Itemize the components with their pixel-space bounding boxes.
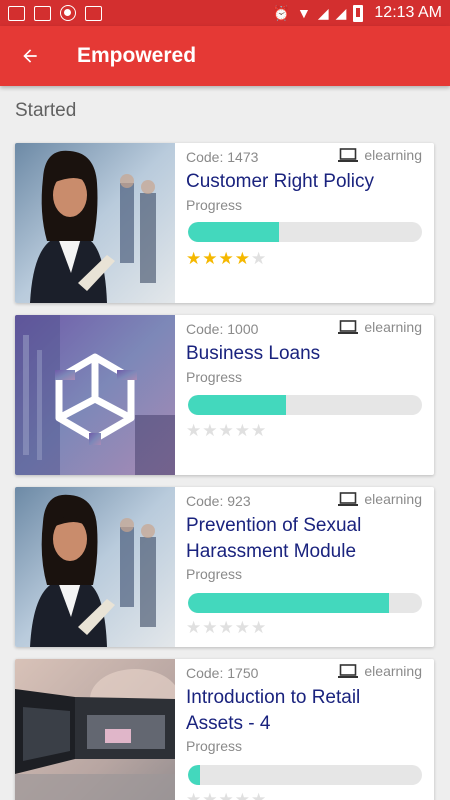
course-type: elearning xyxy=(338,319,422,335)
course-type-label: elearning xyxy=(364,319,422,335)
progress-label: Progress xyxy=(186,566,243,582)
course-card[interactable]: Code: 1750 elearning Introduction to Ret… xyxy=(15,659,434,800)
status-bar: ⏰ ▼ ◢ ◢ 12:13 AM xyxy=(0,0,450,26)
course-title[interactable]: Prevention of Sexual Harassment Module xyxy=(186,513,416,565)
status-time: 12:13 AM xyxy=(374,4,442,21)
image-icon xyxy=(34,5,51,21)
star-icon: ★ xyxy=(202,249,218,268)
course-type: elearning xyxy=(338,663,422,679)
course-title[interactable]: Business Loans xyxy=(186,341,416,367)
star-icon: ★ xyxy=(218,790,234,800)
rating-stars: ★ ★ ★ ★ ★ xyxy=(186,791,266,800)
progress-fill xyxy=(188,395,287,415)
course-card[interactable]: Code: 923 elearning Prevention of Sexual… xyxy=(15,487,434,647)
atm-card-photo xyxy=(15,659,175,800)
progress-fill xyxy=(188,222,280,242)
progress-bar xyxy=(188,222,422,242)
laptop-icon xyxy=(338,663,359,678)
signal-icon: ◢ xyxy=(335,5,347,21)
course-code: Code: 1000 xyxy=(186,321,259,337)
star-icon: ★ xyxy=(186,249,202,268)
star-icon: ★ xyxy=(251,618,267,637)
signal-off-icon: ◢ xyxy=(317,5,329,21)
course-code: Code: 1750 xyxy=(186,665,259,681)
star-icon: ★ xyxy=(186,618,202,637)
unity-logo-image xyxy=(15,315,175,475)
progress-label: Progress xyxy=(186,738,243,754)
arrow-back-icon xyxy=(23,49,37,63)
star-icon: ★ xyxy=(251,790,267,800)
star-icon: ★ xyxy=(186,421,202,440)
progress-bar xyxy=(188,593,422,613)
section-title: Started xyxy=(15,100,77,121)
back-button[interactable] xyxy=(0,26,60,86)
star-icon: ★ xyxy=(186,790,202,800)
course-type-label: elearning xyxy=(364,663,422,679)
star-icon: ★ xyxy=(202,790,218,800)
rating-stars: ★ ★ ★ ★ ★ xyxy=(186,422,266,439)
star-icon: ★ xyxy=(234,618,250,637)
alarm-icon: ⏰ xyxy=(272,5,290,21)
course-code: Code: 1473 xyxy=(186,149,259,165)
course-type-label: elearning xyxy=(364,491,422,507)
progress-fill xyxy=(188,593,390,613)
course-code: Code: 923 xyxy=(186,493,251,509)
star-icon: ★ xyxy=(218,421,234,440)
course-title[interactable]: Customer Right Policy xyxy=(186,169,416,195)
star-icon: ★ xyxy=(234,421,250,440)
star-icon: ★ xyxy=(218,249,234,268)
star-icon: ★ xyxy=(234,790,250,800)
course-card[interactable]: Code: 1473 elearning Customer Right Poli… xyxy=(15,143,434,303)
laptop-icon xyxy=(338,147,359,162)
star-icon: ★ xyxy=(251,249,267,268)
course-title[interactable]: Introduction to Retail Assets - 4 xyxy=(186,685,416,737)
rating-stars: ★ ★ ★ ★ ★ xyxy=(186,619,266,636)
page-title: Empowered xyxy=(77,44,197,67)
wifi-icon: ▼ xyxy=(296,5,311,21)
progress-label: Progress xyxy=(186,197,243,213)
progress-bar xyxy=(188,395,422,415)
rating-stars: ★ ★ ★ ★ ★ xyxy=(186,250,266,267)
course-type: elearning xyxy=(338,491,422,507)
laptop-icon xyxy=(338,319,359,334)
record-icon xyxy=(60,5,76,21)
star-icon: ★ xyxy=(234,249,250,268)
star-icon: ★ xyxy=(202,618,218,637)
pulse-icon xyxy=(85,5,102,21)
star-icon: ★ xyxy=(251,421,267,440)
battery-charging-icon xyxy=(353,4,364,22)
course-type: elearning xyxy=(338,147,422,163)
star-icon: ★ xyxy=(218,618,234,637)
progress-fill xyxy=(188,765,200,785)
laptop-icon xyxy=(338,491,359,506)
progress-bar xyxy=(188,765,422,785)
course-card[interactable]: Code: 1000 elearning Business Loans Prog… xyxy=(15,315,434,475)
star-icon: ★ xyxy=(202,421,218,440)
grid-app-icon xyxy=(8,5,25,21)
progress-label: Progress xyxy=(186,369,243,385)
app-bar: Empowered xyxy=(0,26,450,86)
businesswoman-photo xyxy=(15,143,175,303)
businesswoman-photo xyxy=(15,487,175,647)
course-type-label: elearning xyxy=(364,147,422,163)
